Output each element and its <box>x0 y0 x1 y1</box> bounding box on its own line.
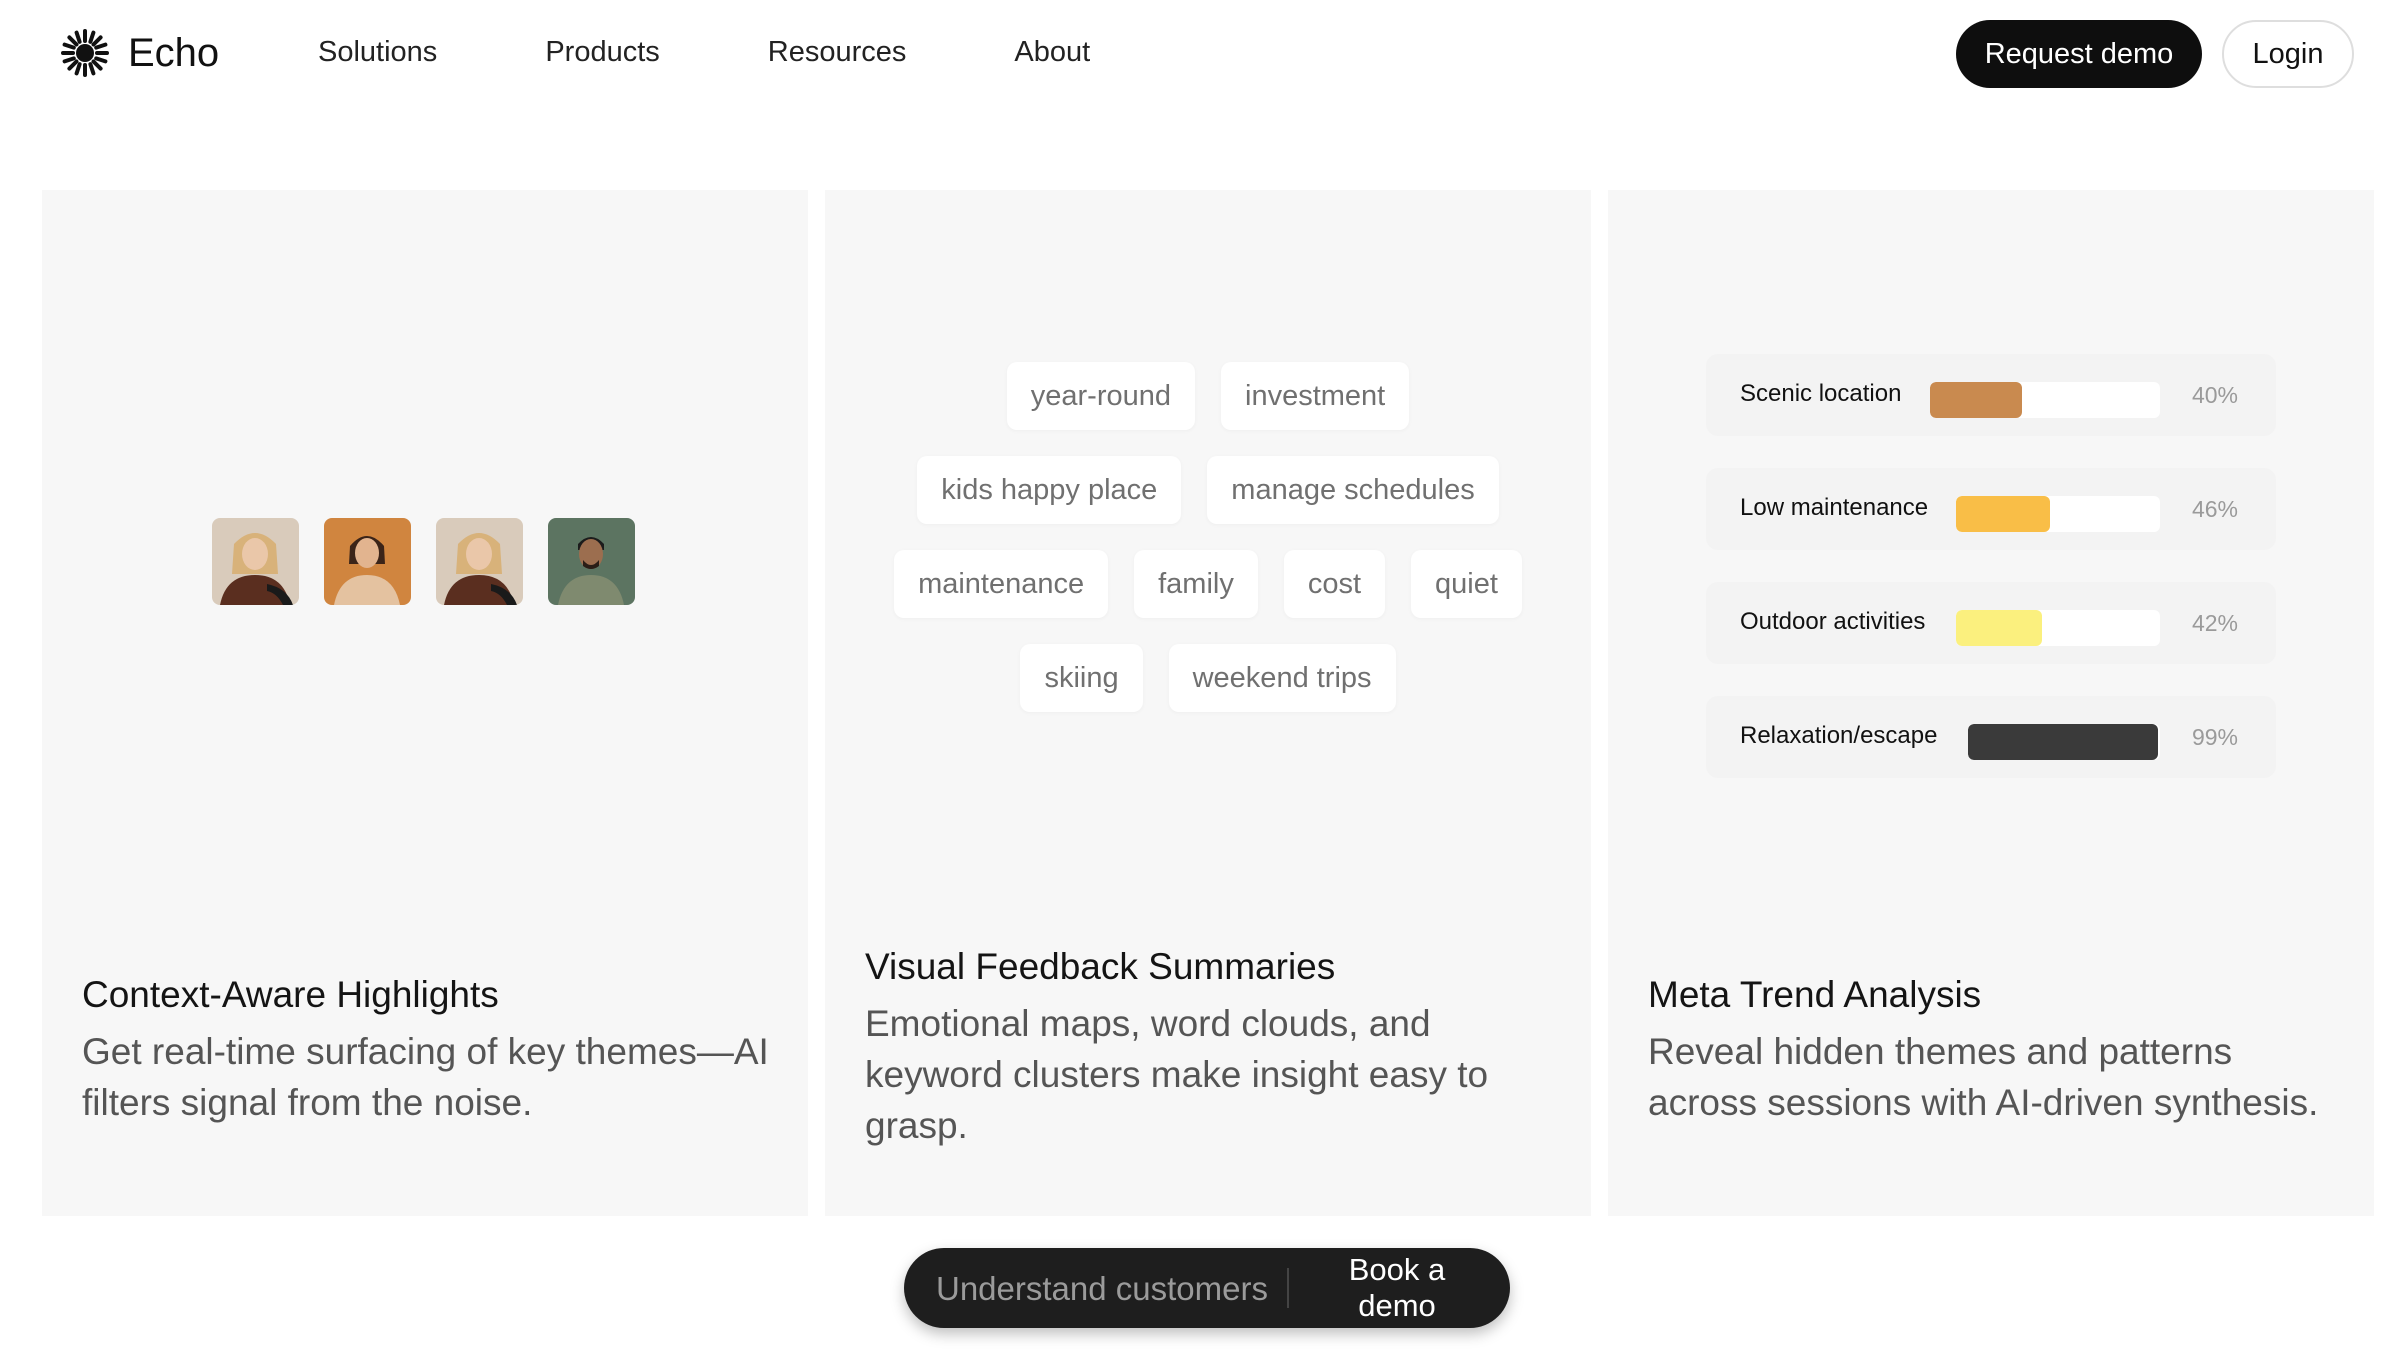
top-nav: Echo Solutions Products Resources About … <box>0 0 2400 110</box>
trend-percent: 99% <box>2191 724 2238 750</box>
keyword-tag[interactable]: weekend trips <box>1168 644 1396 712</box>
floating-cta-bar: Understand customers Book a demo <box>904 1248 1510 1328</box>
tag-row: skiing weekend trips <box>825 644 1591 712</box>
tag-row: kids happy place manage schedules <box>825 456 1591 524</box>
card-title: Context-Aware Highlights <box>82 974 499 1015</box>
keyword-tag[interactable]: investment <box>1221 362 1410 430</box>
card-description: Reveal hidden themes and patterns across… <box>1648 1031 2319 1123</box>
trend-bar-fill <box>1930 382 2022 418</box>
trend-percent: 42% <box>2191 610 2238 636</box>
avatar <box>212 518 299 605</box>
sunburst-logo-icon <box>61 29 109 77</box>
keyword-tag[interactable]: maintenance <box>894 550 1109 618</box>
trend-bar-track <box>1968 724 2160 760</box>
trend-bar-fill <box>1956 610 2042 646</box>
card-title: Visual Feedback Summaries <box>865 946 1336 987</box>
request-demo-button[interactable]: Request demo <box>1956 20 2202 88</box>
trend-row: Relaxation/escape 99% <box>1706 696 2276 778</box>
card-title: Meta Trend Analysis <box>1648 974 1982 1015</box>
keyword-tag[interactable]: year-round <box>1006 362 1195 430</box>
avatar <box>436 518 523 605</box>
trend-bar-track <box>1956 496 2160 532</box>
trend-bar-track <box>1930 382 2160 418</box>
tag-row: year-round investment <box>825 362 1591 430</box>
trend-label: Scenic location <box>1740 380 1902 407</box>
trend-percent: 46% <box>2191 496 2238 522</box>
keyword-tag[interactable]: cost <box>1283 550 1386 618</box>
card-visual-feedback-summaries: year-round investment kids happy place m… <box>825 190 1591 1216</box>
trend-label: Outdoor activities <box>1740 608 1926 635</box>
trend-bar-fill <box>1956 496 2050 532</box>
trend-row: Low maintenance 46% <box>1706 468 2276 550</box>
brand-name: Echo <box>128 30 220 75</box>
nav-links: Solutions Products Resources About <box>318 36 1198 69</box>
nav-link-solutions[interactable]: Solutions <box>318 36 437 69</box>
trend-percent: 40% <box>2191 382 2238 408</box>
trend-bar-track <box>1956 610 2160 646</box>
avatar <box>548 518 635 605</box>
keyword-cloud: year-round investment kids happy place m… <box>825 362 1591 738</box>
cta-text: Understand customers <box>936 1270 1268 1307</box>
card-context-aware-highlights: Context-Aware Highlights Get real-time s… <box>42 190 808 1216</box>
trend-bars: Scenic location 40% Low maintenance 46% … <box>1706 354 2276 810</box>
trend-row: Scenic location 40% <box>1706 354 2276 436</box>
trend-bar-fill <box>1968 724 2159 760</box>
avatar <box>324 518 411 605</box>
trend-row: Outdoor activities 42% <box>1706 582 2276 664</box>
trend-label: Relaxation/escape <box>1740 722 1938 749</box>
nav-link-resources[interactable]: Resources <box>768 36 907 69</box>
book-demo-button[interactable]: Book a demo <box>1302 1248 1492 1328</box>
keyword-tag[interactable]: family <box>1134 550 1258 618</box>
tag-row: maintenance family cost quiet <box>825 550 1591 618</box>
keyword-tag[interactable]: quiet <box>1411 550 1522 618</box>
trend-label: Low maintenance <box>1740 494 1929 521</box>
nav-link-products[interactable]: Products <box>545 36 659 69</box>
nav-link-about[interactable]: About <box>1014 36 1090 69</box>
card-meta-trend-analysis: Scenic location 40% Low maintenance 46% … <box>1608 190 2374 1216</box>
card-description: Emotional maps, word clouds, and keyword… <box>865 1003 1489 1146</box>
keyword-tag[interactable]: manage schedules <box>1207 456 1499 524</box>
keyword-tag[interactable]: skiing <box>1020 644 1143 712</box>
divider <box>1287 1268 1289 1308</box>
avatar-group <box>212 518 635 605</box>
logo[interactable]: Echo <box>60 28 219 78</box>
card-description: Get real-time surfacing of key themes—AI… <box>82 1031 769 1123</box>
login-button[interactable]: Login <box>2222 20 2354 88</box>
keyword-tag[interactable]: kids happy place <box>917 456 1182 524</box>
